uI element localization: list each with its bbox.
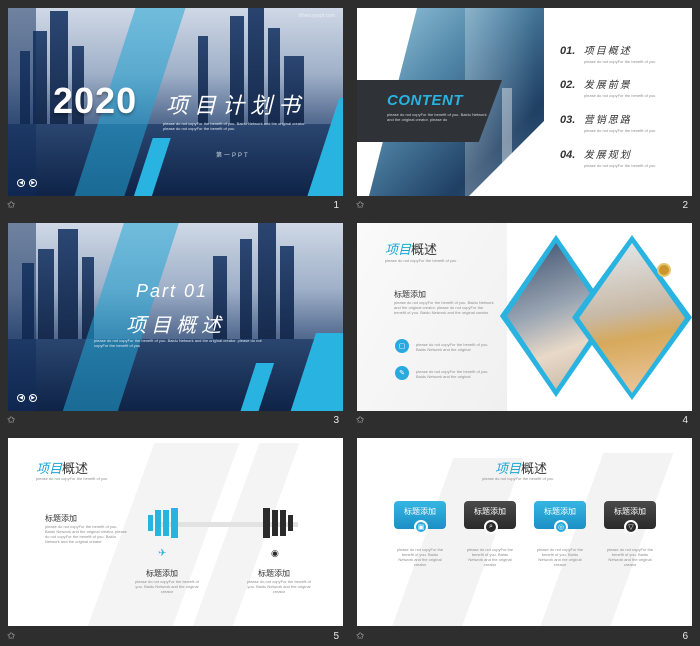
content-banner xyxy=(357,80,502,142)
chat-icon: ▢ xyxy=(395,339,409,353)
transition-star-icon[interactable]: ✩ xyxy=(7,415,15,426)
agenda-number: 04. xyxy=(560,149,576,161)
trophy-icon: ▽ xyxy=(624,520,638,534)
building xyxy=(240,239,252,341)
plate xyxy=(163,510,169,536)
slide-number: 6 xyxy=(682,631,688,642)
search-icon: ⌕ xyxy=(484,520,498,534)
card-body: please do not copyFor the benefit of you… xyxy=(606,547,654,567)
card-body: please do not copyFor the benefit of you… xyxy=(466,547,514,567)
transition-star-icon[interactable]: ✩ xyxy=(356,631,364,642)
water xyxy=(8,339,343,411)
slide-subtitle: please do not copyFor the benefit of you xyxy=(36,476,108,481)
section-heading: 标题添加 xyxy=(258,569,290,578)
card-body: please do not copyFor the benefit of you… xyxy=(536,547,584,567)
section-body: please do not copyFor the benefit of you… xyxy=(247,579,311,594)
watermark: Www.ypppt.com xyxy=(298,13,335,19)
transition-star-icon[interactable]: ✩ xyxy=(356,200,364,211)
bg-shape xyxy=(380,458,524,626)
building xyxy=(280,246,294,341)
section-caption: please do not copyFor the benefit of you… xyxy=(94,338,262,348)
pencil-icon: ✎ xyxy=(395,366,409,380)
feature-text: please do not copyFor the benefit of you… xyxy=(416,342,489,352)
transition-star-icon[interactable]: ✩ xyxy=(7,631,15,642)
section-heading: 标题添加 xyxy=(146,569,178,578)
agenda-title: 营销思路 xyxy=(583,115,632,126)
card-body: please do not copyFor the benefit of you… xyxy=(396,547,444,567)
building xyxy=(58,229,78,341)
title-caption: please do not copyFor the benefit of you… xyxy=(163,121,306,131)
agenda-desc: please do not copyFor the benefit of you xyxy=(584,128,656,133)
transition-star-icon[interactable]: ✩ xyxy=(7,200,15,211)
target-icon: ◎ xyxy=(554,520,568,534)
section-body: please do not copyFor the benefit of you… xyxy=(135,579,199,594)
slide-number: 3 xyxy=(333,415,339,426)
side-band xyxy=(8,223,36,411)
trophy-icon xyxy=(657,263,671,277)
slide-thumbnail-3[interactable]: Part 01 项目概述 please do not copyFor the b… xyxy=(8,223,343,411)
section-body: please do not copyFor the benefit of you… xyxy=(45,524,127,544)
agenda-item[interactable]: 01. 项目概述 please do not copyFor the benef… xyxy=(560,41,655,64)
chart-icon: ▣ xyxy=(414,520,428,534)
plate xyxy=(288,515,293,531)
agenda-number: 03. xyxy=(560,114,576,126)
part-heading: Part 01 xyxy=(136,281,209,301)
slide-subtitle: please do not copyFor the benefit of you xyxy=(482,476,554,481)
agenda-number: 01. xyxy=(560,45,576,57)
slide-thumbnail-6[interactable]: 项目概述 please do not copyFor the benefit o… xyxy=(357,438,692,626)
presentation-title: 项目计划书 xyxy=(166,94,307,119)
side-band xyxy=(8,8,36,196)
section-title: 项目概述 xyxy=(126,313,226,337)
building xyxy=(38,249,54,341)
plate xyxy=(280,510,286,536)
agenda-title: 发展规划 xyxy=(583,150,632,161)
prev-arrow-icon[interactable]: ◀ xyxy=(17,394,25,402)
next-arrow-icon[interactable]: ▶ xyxy=(29,394,37,402)
prev-arrow-icon[interactable]: ◀ xyxy=(17,179,25,187)
slide-number: 1 xyxy=(333,200,339,211)
section-heading: 标题添加 xyxy=(394,290,426,299)
slide-thumbnail-1[interactable]: Www.ypppt.com 2020 项目计划书 please do not c… xyxy=(8,8,343,196)
airplane-icon: ✈ xyxy=(158,548,167,559)
agenda-number: 02. xyxy=(560,79,576,91)
slide-title: 项目概述 xyxy=(385,242,438,257)
feature-text: please do not copyFor the benefit of you… xyxy=(416,369,489,379)
subtitle: 第一PPT xyxy=(216,153,250,159)
slide-title: 项目概述 xyxy=(36,461,89,476)
agenda-desc: please do not copyFor the benefit of you xyxy=(584,59,656,64)
agenda-item[interactable]: 03. 营销思路 please do not copyFor the benef… xyxy=(560,110,655,133)
water xyxy=(8,124,343,196)
plate xyxy=(272,510,278,536)
slide-title: 项目概述 xyxy=(495,461,548,476)
content-heading: CONTENT xyxy=(387,92,463,109)
building xyxy=(258,223,276,341)
plate xyxy=(171,508,178,538)
database-icon: ◉ xyxy=(271,548,279,558)
slide-number: 4 xyxy=(682,415,688,426)
agenda-item[interactable]: 02. 发展前景 please do not copyFor the benef… xyxy=(560,75,655,98)
content-caption: please do not copyFor the benefit of you… xyxy=(387,112,487,122)
plate xyxy=(155,510,161,536)
slide-thumbnail-2[interactable]: CONTENT please do not copyFor the benefi… xyxy=(357,8,692,196)
slide-thumbnail-4[interactable]: 项目概述 please do not copyFor the benefit o… xyxy=(357,223,692,411)
agenda-desc: please do not copyFor the benefit of you xyxy=(584,163,656,168)
agenda-item[interactable]: 04. 发展规划 please do not copyFor the benef… xyxy=(560,145,655,168)
agenda-title: 项目概述 xyxy=(583,46,632,57)
section-heading: 标题添加 xyxy=(45,514,77,523)
year-heading: 2020 xyxy=(53,80,138,121)
agenda-title: 发展前景 xyxy=(583,80,632,91)
slide-thumbnail-5[interactable]: 项目概述 please do not copyFor the benefit o… xyxy=(8,438,343,626)
agenda-desc: please do not copyFor the benefit of you xyxy=(584,93,656,98)
transition-star-icon[interactable]: ✩ xyxy=(356,415,364,426)
slide-number: 5 xyxy=(333,631,339,642)
slide-subtitle: please do not copyFor the benefit of you xyxy=(385,258,457,263)
slide-number: 2 xyxy=(682,200,688,211)
next-arrow-icon[interactable]: ▶ xyxy=(29,179,37,187)
section-body: please do not copyFor the benefit of you… xyxy=(394,300,494,315)
plate xyxy=(148,515,153,531)
plate xyxy=(263,508,270,538)
